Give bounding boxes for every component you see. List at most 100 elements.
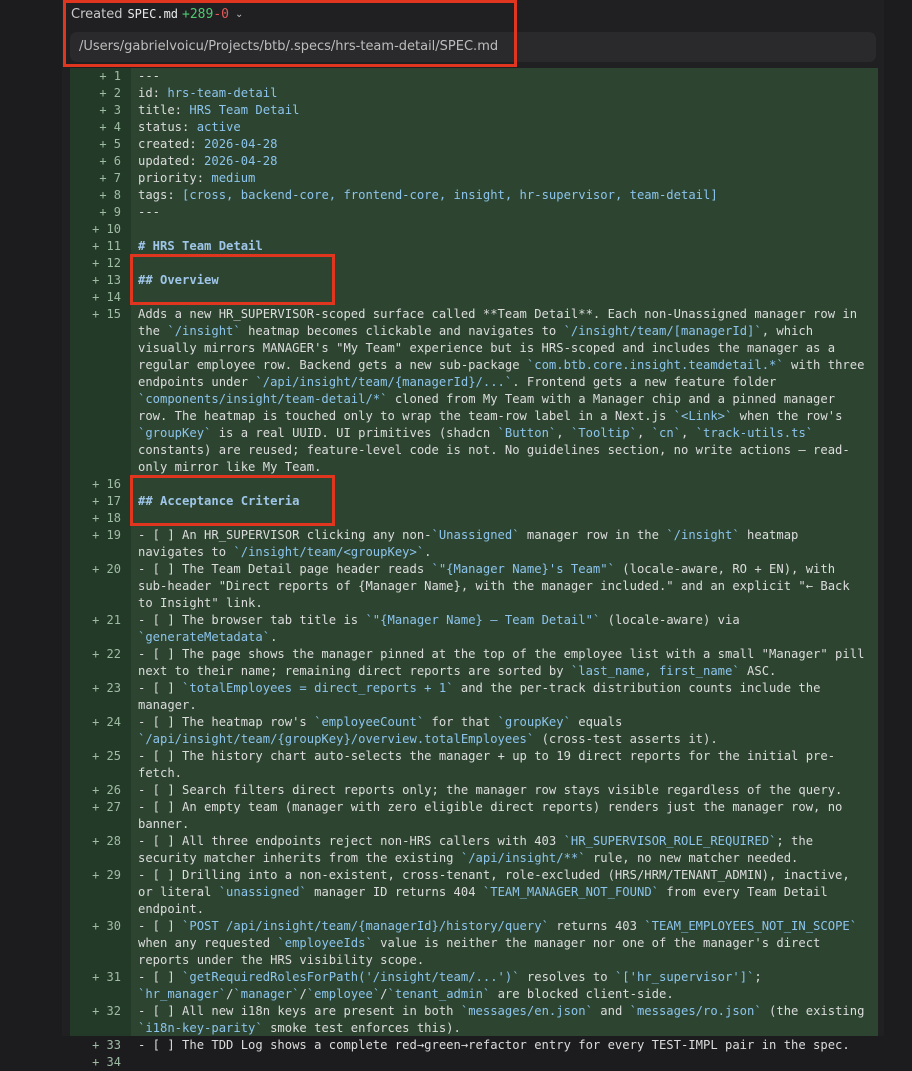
markdown-heading: ## Overview	[138, 273, 219, 287]
diff-line: + 8 tags: [cross, backend-core, frontend-…	[70, 187, 878, 204]
diff-line: + 28 - [ ] All three endpoints reject non…	[70, 833, 878, 867]
line-text	[131, 289, 878, 306]
diff-line: + 34	[70, 1054, 878, 1071]
diff-line: + 2 id: hrs-team-detail	[70, 85, 878, 102]
line-number: + 11	[92, 239, 121, 253]
deletions-count: -0	[213, 6, 229, 22]
line-number: + 10	[92, 222, 121, 236]
line-text	[131, 255, 878, 272]
markdown-heading: ## Acceptance Criteria	[138, 494, 300, 508]
line-number: + 3	[99, 103, 121, 117]
diff-line: + 11 # HRS Team Detail	[70, 238, 878, 255]
diff-line: + 1 ---	[70, 68, 878, 85]
diff-line: + 22 - [ ] The page shows the manager pin…	[70, 646, 878, 680]
diff-line: + 27 - [ ] An empty team (manager with ze…	[70, 799, 878, 833]
diff-line: + 20 - [ ] The Team Detail page header re…	[70, 561, 878, 612]
markdown-heading: # HRS Team Detail	[138, 239, 263, 253]
diff-line: + 32 - [ ] All new i18n keys are present …	[70, 1003, 878, 1037]
line-number: + 31	[92, 970, 121, 984]
line-number: + 20	[92, 562, 121, 576]
created-label: Created	[71, 6, 123, 22]
line-number: + 18	[92, 511, 121, 525]
diff-line: + 26 - [ ] Search filters direct reports …	[70, 782, 878, 799]
line-text: ---	[138, 205, 161, 219]
line-number: + 7	[99, 171, 121, 185]
file-name: SPEC.md	[127, 7, 179, 21]
line-text: - [ ] All new i18n keys are present in b…	[138, 1004, 872, 1035]
line-text: - [ ] `POST /api/insight/team/{managerId…	[138, 919, 865, 967]
line-number: + 32	[92, 1004, 121, 1018]
diff-line: + 14	[70, 289, 878, 306]
line-number: + 19	[92, 528, 121, 542]
line-number: + 34	[92, 1055, 121, 1069]
line-text: - [ ] `totalEmployees = direct_reports +…	[138, 681, 828, 712]
line-text: - [ ] The history chart auto-selects the…	[138, 749, 836, 780]
diff-line: + 18	[70, 510, 878, 527]
line-text: status: active	[138, 120, 241, 134]
line-number: + 12	[92, 256, 121, 270]
diff-line: + 15 Adds a new HR_SUPERVISOR-scoped surf…	[70, 306, 878, 476]
diff-line: + 31 - [ ] `getRequiredRolesForPath('/ins…	[70, 969, 878, 1003]
diff-header[interactable]: Created SPEC.md +289 -0 ⌄	[71, 4, 243, 24]
chevron-down-icon[interactable]: ⌄	[235, 9, 243, 20]
line-number: + 26	[92, 783, 121, 797]
line-number: + 13	[92, 273, 121, 287]
line-number: + 27	[92, 800, 121, 814]
line-text: - [ ] The heatmap row's `employeeCount` …	[138, 715, 718, 746]
line-text: - [ ] Search filters direct reports only…	[138, 783, 843, 797]
line-number: + 9	[99, 205, 121, 219]
line-text: ---	[138, 69, 161, 83]
file-path-bar[interactable]: /Users/gabrielvoicu/Projects/btb/.specs/…	[70, 32, 876, 62]
line-number: + 30	[92, 919, 121, 933]
line-text: - [ ] `getRequiredRolesForPath('/insight…	[138, 970, 770, 1001]
line-number: + 1	[99, 69, 121, 83]
diff-line: + 23 - [ ] `totalEmployees = direct_repor…	[70, 680, 878, 714]
diff-line: + 29 - [ ] Drilling into a non-existent, …	[70, 867, 878, 918]
line-number: + 15	[92, 307, 121, 321]
diff-line: + 30 - [ ] `POST /api/insight/team/{manag…	[70, 918, 878, 969]
line-number: + 16	[92, 477, 121, 491]
line-text: - [ ] The TDD Log shows a complete red→g…	[138, 1038, 850, 1052]
line-text: - [ ] All three endpoints reject non-HRS…	[138, 834, 821, 865]
line-text: - [ ] The Team Detail page header reads …	[138, 562, 858, 610]
diff-line: + 16	[70, 476, 878, 493]
diff-line: + 12	[70, 255, 878, 272]
additions-count: +289	[182, 6, 214, 22]
diff-line: + 9 ---	[70, 204, 878, 221]
diff-line: + 3 title: HRS Team Detail	[70, 102, 878, 119]
line-number: + 2	[99, 86, 121, 100]
line-number: + 6	[99, 154, 121, 168]
line-text: - [ ] The browser tab title is `"{Manage…	[138, 613, 748, 644]
diff-line: + 24 - [ ] The heatmap row's `employeeCou…	[70, 714, 878, 748]
line-number: + 21	[92, 613, 121, 627]
line-text: tags: [cross, backend-core, frontend-cor…	[138, 188, 718, 202]
diff-line: + 17 ## Acceptance Criteria	[70, 493, 878, 510]
diff-line: + 4 status: active	[70, 119, 878, 136]
line-number: + 24	[92, 715, 121, 729]
line-text: updated: 2026-04-28	[138, 154, 278, 168]
line-number: + 17	[92, 494, 121, 508]
line-number: + 5	[99, 137, 121, 151]
line-text: - [ ] Drilling into a non-existent, cros…	[138, 868, 858, 916]
line-text: created: 2026-04-28	[138, 137, 278, 151]
line-text: - [ ] An HR_SUPERVISOR clicking any non-…	[138, 528, 806, 559]
line-text	[131, 510, 878, 527]
diff-line: + 10	[70, 221, 878, 238]
line-number: + 25	[92, 749, 121, 763]
line-number: + 8	[99, 188, 121, 202]
line-text: priority: medium	[138, 171, 256, 185]
diff-line: + 13 ## Overview	[70, 272, 878, 289]
line-number: + 28	[92, 834, 121, 848]
line-number: + 33	[92, 1038, 121, 1052]
line-text: - [ ] The page shows the manager pinned …	[138, 647, 872, 678]
diff-line: + 21 - [ ] The browser tab title is `"{Ma…	[70, 612, 878, 646]
diff-line: + 5 created: 2026-04-28	[70, 136, 878, 153]
line-number: + 29	[92, 868, 121, 882]
line-text: Adds a new HR_SUPERVISOR-scoped surface …	[138, 307, 872, 474]
diff-line: + 6 updated: 2026-04-28	[70, 153, 878, 170]
line-text	[131, 476, 878, 493]
line-number: + 23	[92, 681, 121, 695]
diff-line: + 7 priority: medium	[70, 170, 878, 187]
diff-line: + 19 - [ ] An HR_SUPERVISOR clicking any …	[70, 527, 878, 561]
line-text	[131, 1054, 878, 1071]
